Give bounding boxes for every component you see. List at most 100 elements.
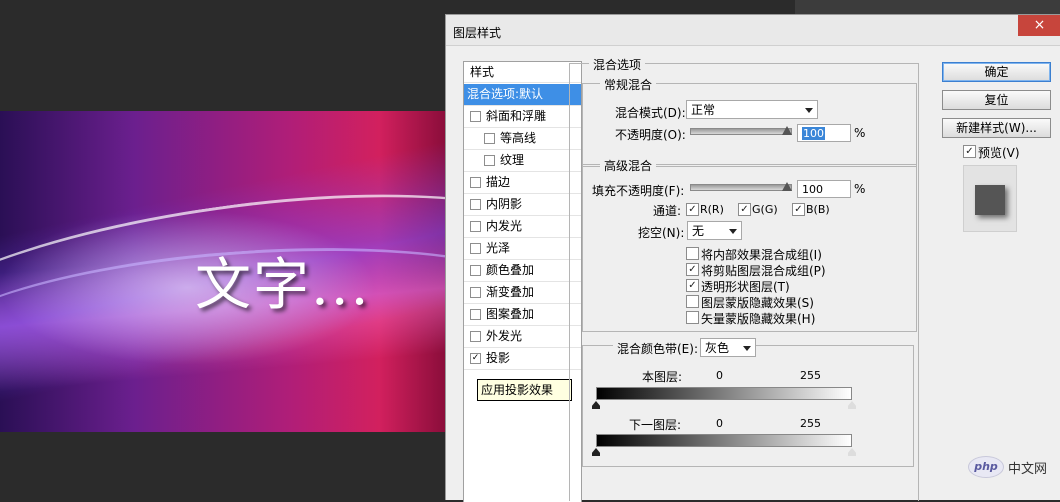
blend-options-title: 混合选项	[589, 56, 646, 73]
underlying-layer-high: 255	[800, 417, 821, 430]
close-button[interactable]: ×	[1018, 15, 1060, 36]
style-checkbox[interactable]	[484, 155, 495, 166]
style-list-item-label: 混合选项:默认	[467, 87, 544, 101]
opacity-slider[interactable]	[690, 128, 792, 135]
style-list-item[interactable]: 光泽	[464, 238, 581, 260]
this-layer-gradient-bar	[596, 387, 852, 400]
style-preview	[963, 165, 1017, 232]
style-list-item[interactable]: 外发光	[464, 326, 581, 348]
php-logo: php	[968, 456, 1004, 478]
style-list-item[interactable]: 等高线	[464, 128, 581, 150]
reset-button[interactable]: 复位	[942, 90, 1051, 110]
general-blending-title: 常规混合	[600, 76, 657, 93]
channel-r-checkbox[interactable]: ✓	[686, 203, 699, 216]
blend-if-select[interactable]: 灰色	[700, 338, 756, 357]
style-list-item-label: 纹理	[500, 153, 525, 167]
this-layer-low: 0	[716, 369, 723, 382]
style-list-item-label: 描边	[486, 175, 511, 189]
style-list-item[interactable]: 描边	[464, 172, 581, 194]
channel-b-label: B(B)	[806, 203, 830, 216]
advanced-option-checkbox[interactable]: ✓	[686, 263, 699, 276]
style-list-item-label: 投影	[486, 351, 511, 365]
advanced-option-label: 矢量蒙版隐藏效果(H)	[701, 312, 816, 326]
dialog-title: 图层样式	[453, 26, 502, 40]
underlying-layer-label: 下一图层:	[629, 418, 682, 432]
style-list-item[interactable]: ✓ 投影	[464, 348, 581, 370]
preview-checkbox[interactable]: ✓	[963, 145, 976, 158]
style-list-item[interactable]: 图案叠加	[464, 304, 581, 326]
style-checkbox[interactable]	[470, 309, 481, 320]
blend-mode-select[interactable]: 正常	[686, 100, 818, 119]
style-list-header: 样式	[464, 62, 581, 83]
style-list-item[interactable]: 颜色叠加	[464, 260, 581, 282]
style-checkbox[interactable]	[484, 133, 495, 144]
channel-g-checkbox[interactable]: ✓	[738, 203, 751, 216]
style-list-item[interactable]: 渐变叠加	[464, 282, 581, 304]
knockout-select[interactable]: 无	[687, 221, 742, 240]
style-checkbox[interactable]	[470, 199, 481, 210]
style-checkbox[interactable]	[470, 287, 481, 298]
channels-label: 通道:	[653, 204, 682, 218]
layer-style-dialog: 图层样式 × 样式 混合选项:默认斜面和浮雕等高线纹理描边内阴影内发光光泽颜色叠…	[445, 14, 1060, 502]
chevron-down-icon	[743, 346, 751, 351]
opacity-percent: %	[854, 126, 866, 140]
style-checkbox[interactable]	[470, 221, 481, 232]
knockout-label: 挖空(N):	[638, 226, 685, 240]
style-list-item[interactable]: 内发光	[464, 216, 581, 238]
advanced-option-label: 将内部效果混合成组(I)	[701, 248, 822, 262]
channel-r-label: R(R)	[700, 203, 724, 216]
advanced-blending-title: 高级混合	[600, 157, 657, 174]
style-checkbox[interactable]	[470, 331, 481, 342]
ok-button[interactable]: 确定	[942, 62, 1051, 82]
this-layer-high: 255	[800, 369, 821, 382]
advanced-option-label: 图层蒙版隐藏效果(S)	[701, 296, 814, 310]
style-list-item[interactable]: 内阴影	[464, 194, 581, 216]
fill-opacity-percent: %	[854, 182, 866, 196]
fill-opacity-label: 填充不透明度(F):	[592, 184, 685, 198]
style-list-item-label: 光泽	[486, 241, 511, 255]
style-list-item-label: 颜色叠加	[486, 263, 535, 277]
fill-opacity-slider[interactable]	[690, 184, 792, 191]
style-list-item[interactable]: 纹理	[464, 150, 581, 172]
advanced-option-label: 透明形状图层(T)	[701, 280, 790, 294]
this-layer-label: 本图层:	[642, 370, 683, 384]
opacity-label: 不透明度(O):	[615, 128, 686, 142]
channel-g-label: G(G)	[752, 203, 778, 216]
style-checkbox[interactable]	[470, 243, 481, 254]
style-list-item-label: 等高线	[500, 131, 537, 145]
style-list-item-label: 斜面和浮雕	[486, 109, 547, 123]
style-list-item-label: 内发光	[486, 219, 523, 233]
style-list-item-label: 图案叠加	[486, 307, 535, 321]
preview-label: 预览(V)	[978, 146, 1020, 160]
advanced-option-checkbox[interactable]	[686, 247, 699, 260]
general-blending-group	[582, 83, 917, 167]
style-list-item[interactable]: 斜面和浮雕	[464, 106, 581, 128]
canvas-text-layer: 文字...	[195, 253, 371, 318]
advanced-option-checkbox[interactable]	[686, 295, 699, 308]
style-list: 样式 混合选项:默认斜面和浮雕等高线纹理描边内阴影内发光光泽颜色叠加渐变叠加图案…	[463, 61, 582, 502]
fill-opacity-input[interactable]: 100	[797, 180, 851, 198]
preview-swatch	[975, 185, 1005, 215]
blend-if-group	[582, 345, 914, 467]
style-checkbox[interactable]: ✓	[470, 353, 481, 364]
style-list-item[interactable]: 混合选项:默认	[464, 84, 581, 106]
underlying-layer-low: 0	[716, 417, 723, 430]
style-list-item-label: 内阴影	[486, 197, 523, 211]
fill-opacity-slider-thumb[interactable]	[782, 182, 792, 191]
advanced-option-checkbox[interactable]: ✓	[686, 279, 699, 292]
opacity-input[interactable]: 100	[797, 124, 851, 142]
new-style-button[interactable]: 新建样式(W)...	[942, 118, 1051, 138]
style-checkbox[interactable]	[470, 177, 481, 188]
advanced-option-label: 将剪贴图层混合成组(P)	[701, 264, 826, 278]
style-checkbox[interactable]	[470, 111, 481, 122]
opacity-slider-thumb[interactable]	[782, 126, 792, 135]
chevron-down-icon	[805, 108, 813, 113]
blend-if-label: 混合颜色带(E):	[613, 340, 702, 357]
watermark: php 中文网	[968, 456, 1060, 478]
style-checkbox[interactable]	[470, 265, 481, 276]
channel-b-checkbox[interactable]: ✓	[792, 203, 805, 216]
chevron-down-icon	[729, 229, 737, 234]
watermark-text: 中文网	[1008, 462, 1048, 477]
advanced-option-checkbox[interactable]	[686, 311, 699, 324]
dialog-titlebar[interactable]: 图层样式 ×	[446, 15, 1060, 46]
